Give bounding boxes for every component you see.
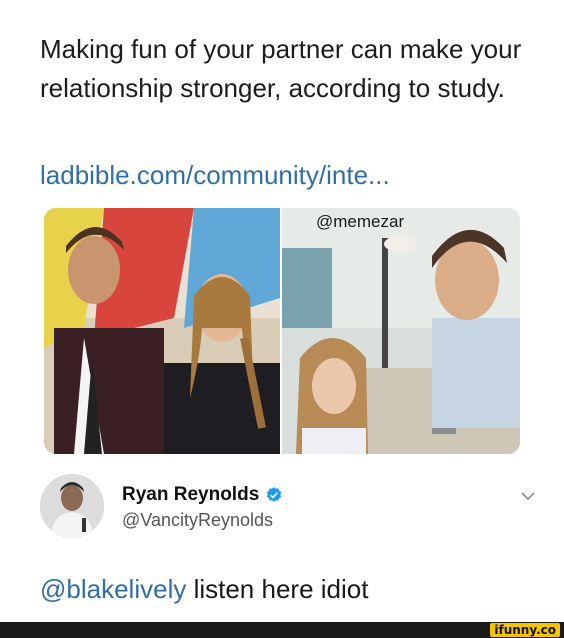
- couple-photo: [44, 208, 280, 454]
- article-link[interactable]: ladbible.com/community/inte...: [40, 160, 540, 191]
- chevron-down-icon[interactable]: [520, 490, 536, 502]
- post-headline: Making fun of your partner can make your…: [40, 34, 522, 103]
- ifunny-logo[interactable]: ifunny.co: [490, 623, 560, 637]
- footer-bar: ifunny.co: [0, 622, 564, 638]
- tweet-text: @blakelively listen here idiot: [40, 574, 368, 605]
- meme-image-pair: @memezar: [44, 208, 520, 454]
- watermark-text: @memezar: [316, 212, 405, 231]
- tweet-body: listen here idiot: [186, 574, 369, 604]
- author-name[interactable]: Ryan Reynolds: [122, 484, 259, 506]
- avatar[interactable]: [40, 474, 104, 538]
- verified-badge-icon: [267, 487, 282, 502]
- author-handle[interactable]: @VancityReynolds: [122, 510, 273, 531]
- office-photo: @memezar: [282, 208, 520, 454]
- mention-link[interactable]: @blakelively: [40, 574, 186, 604]
- tweet-author: Ryan Reynolds @VancityReynolds: [40, 474, 540, 538]
